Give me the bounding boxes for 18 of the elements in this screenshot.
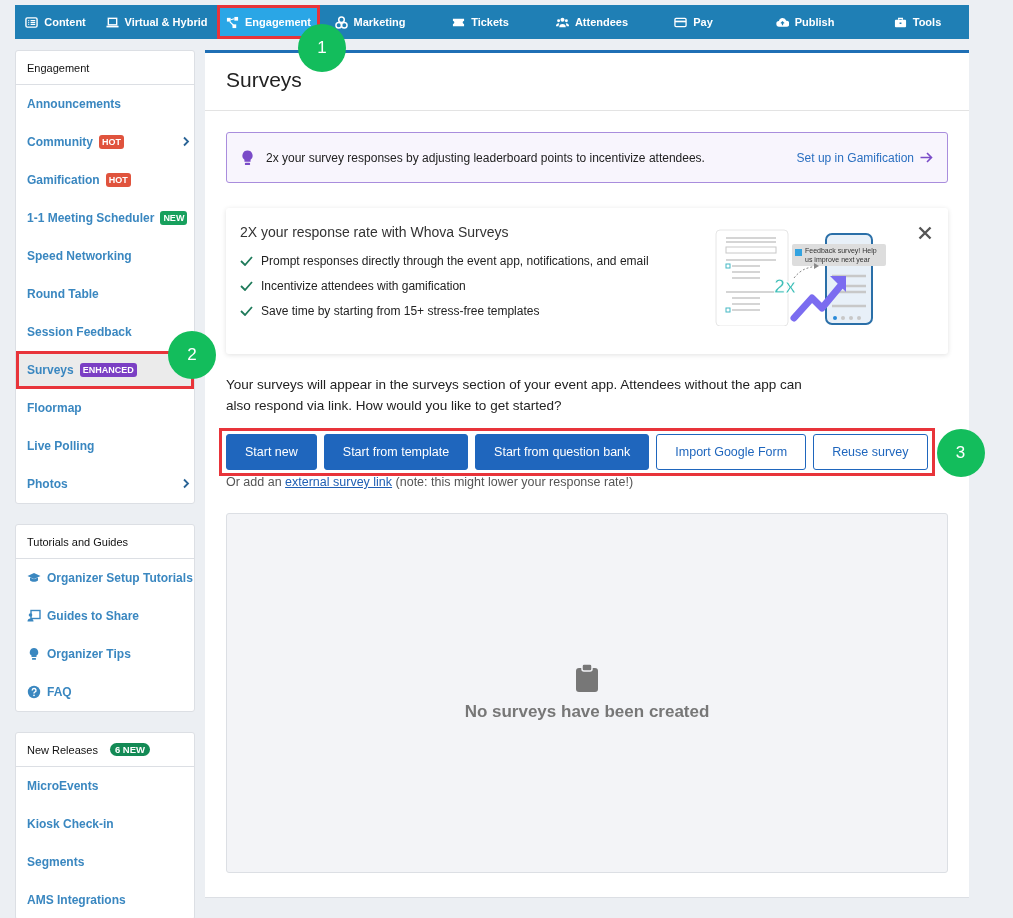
external-link-note: Or add an external survey link (note: this might lower your response rate!) bbox=[226, 475, 635, 489]
status-badge: NEW bbox=[160, 211, 188, 225]
page-title: Surveys bbox=[205, 53, 969, 111]
step-callout-tooltip: 3 bbox=[936, 429, 985, 477]
benefit-text: Save time by starting from 15+ stress-free templates bbox=[261, 303, 540, 318]
intro-text: Your surveys will appear in the surveys section of your event app. Attendees without the app can also respond via link. How would you like to get started? bbox=[226, 376, 803, 415]
panel-title: New Releases bbox=[27, 743, 98, 756]
count-badge: 6 NEW bbox=[109, 743, 150, 756]
empty-state-message: No surveys have been created bbox=[464, 702, 710, 722]
promo-title: 2X your response rate with Whova Surveys bbox=[240, 224, 510, 240]
benefit-text: Incentivize attendees with gamification bbox=[261, 278, 466, 293]
panel-title: Engagement bbox=[27, 61, 90, 74]
benefit-text: Prompt responses directly through the event app, notifications, and email bbox=[261, 253, 649, 268]
status-badge: ENHANCED bbox=[79, 363, 137, 377]
banner-text: 2x your survey responses by adjusting leaderboard points to incentivize attendees. bbox=[266, 150, 706, 165]
panel-title: Tutorials and Guides bbox=[27, 535, 129, 548]
status-badge: HOT bbox=[99, 135, 124, 149]
status-badge: HOT bbox=[105, 173, 131, 187]
